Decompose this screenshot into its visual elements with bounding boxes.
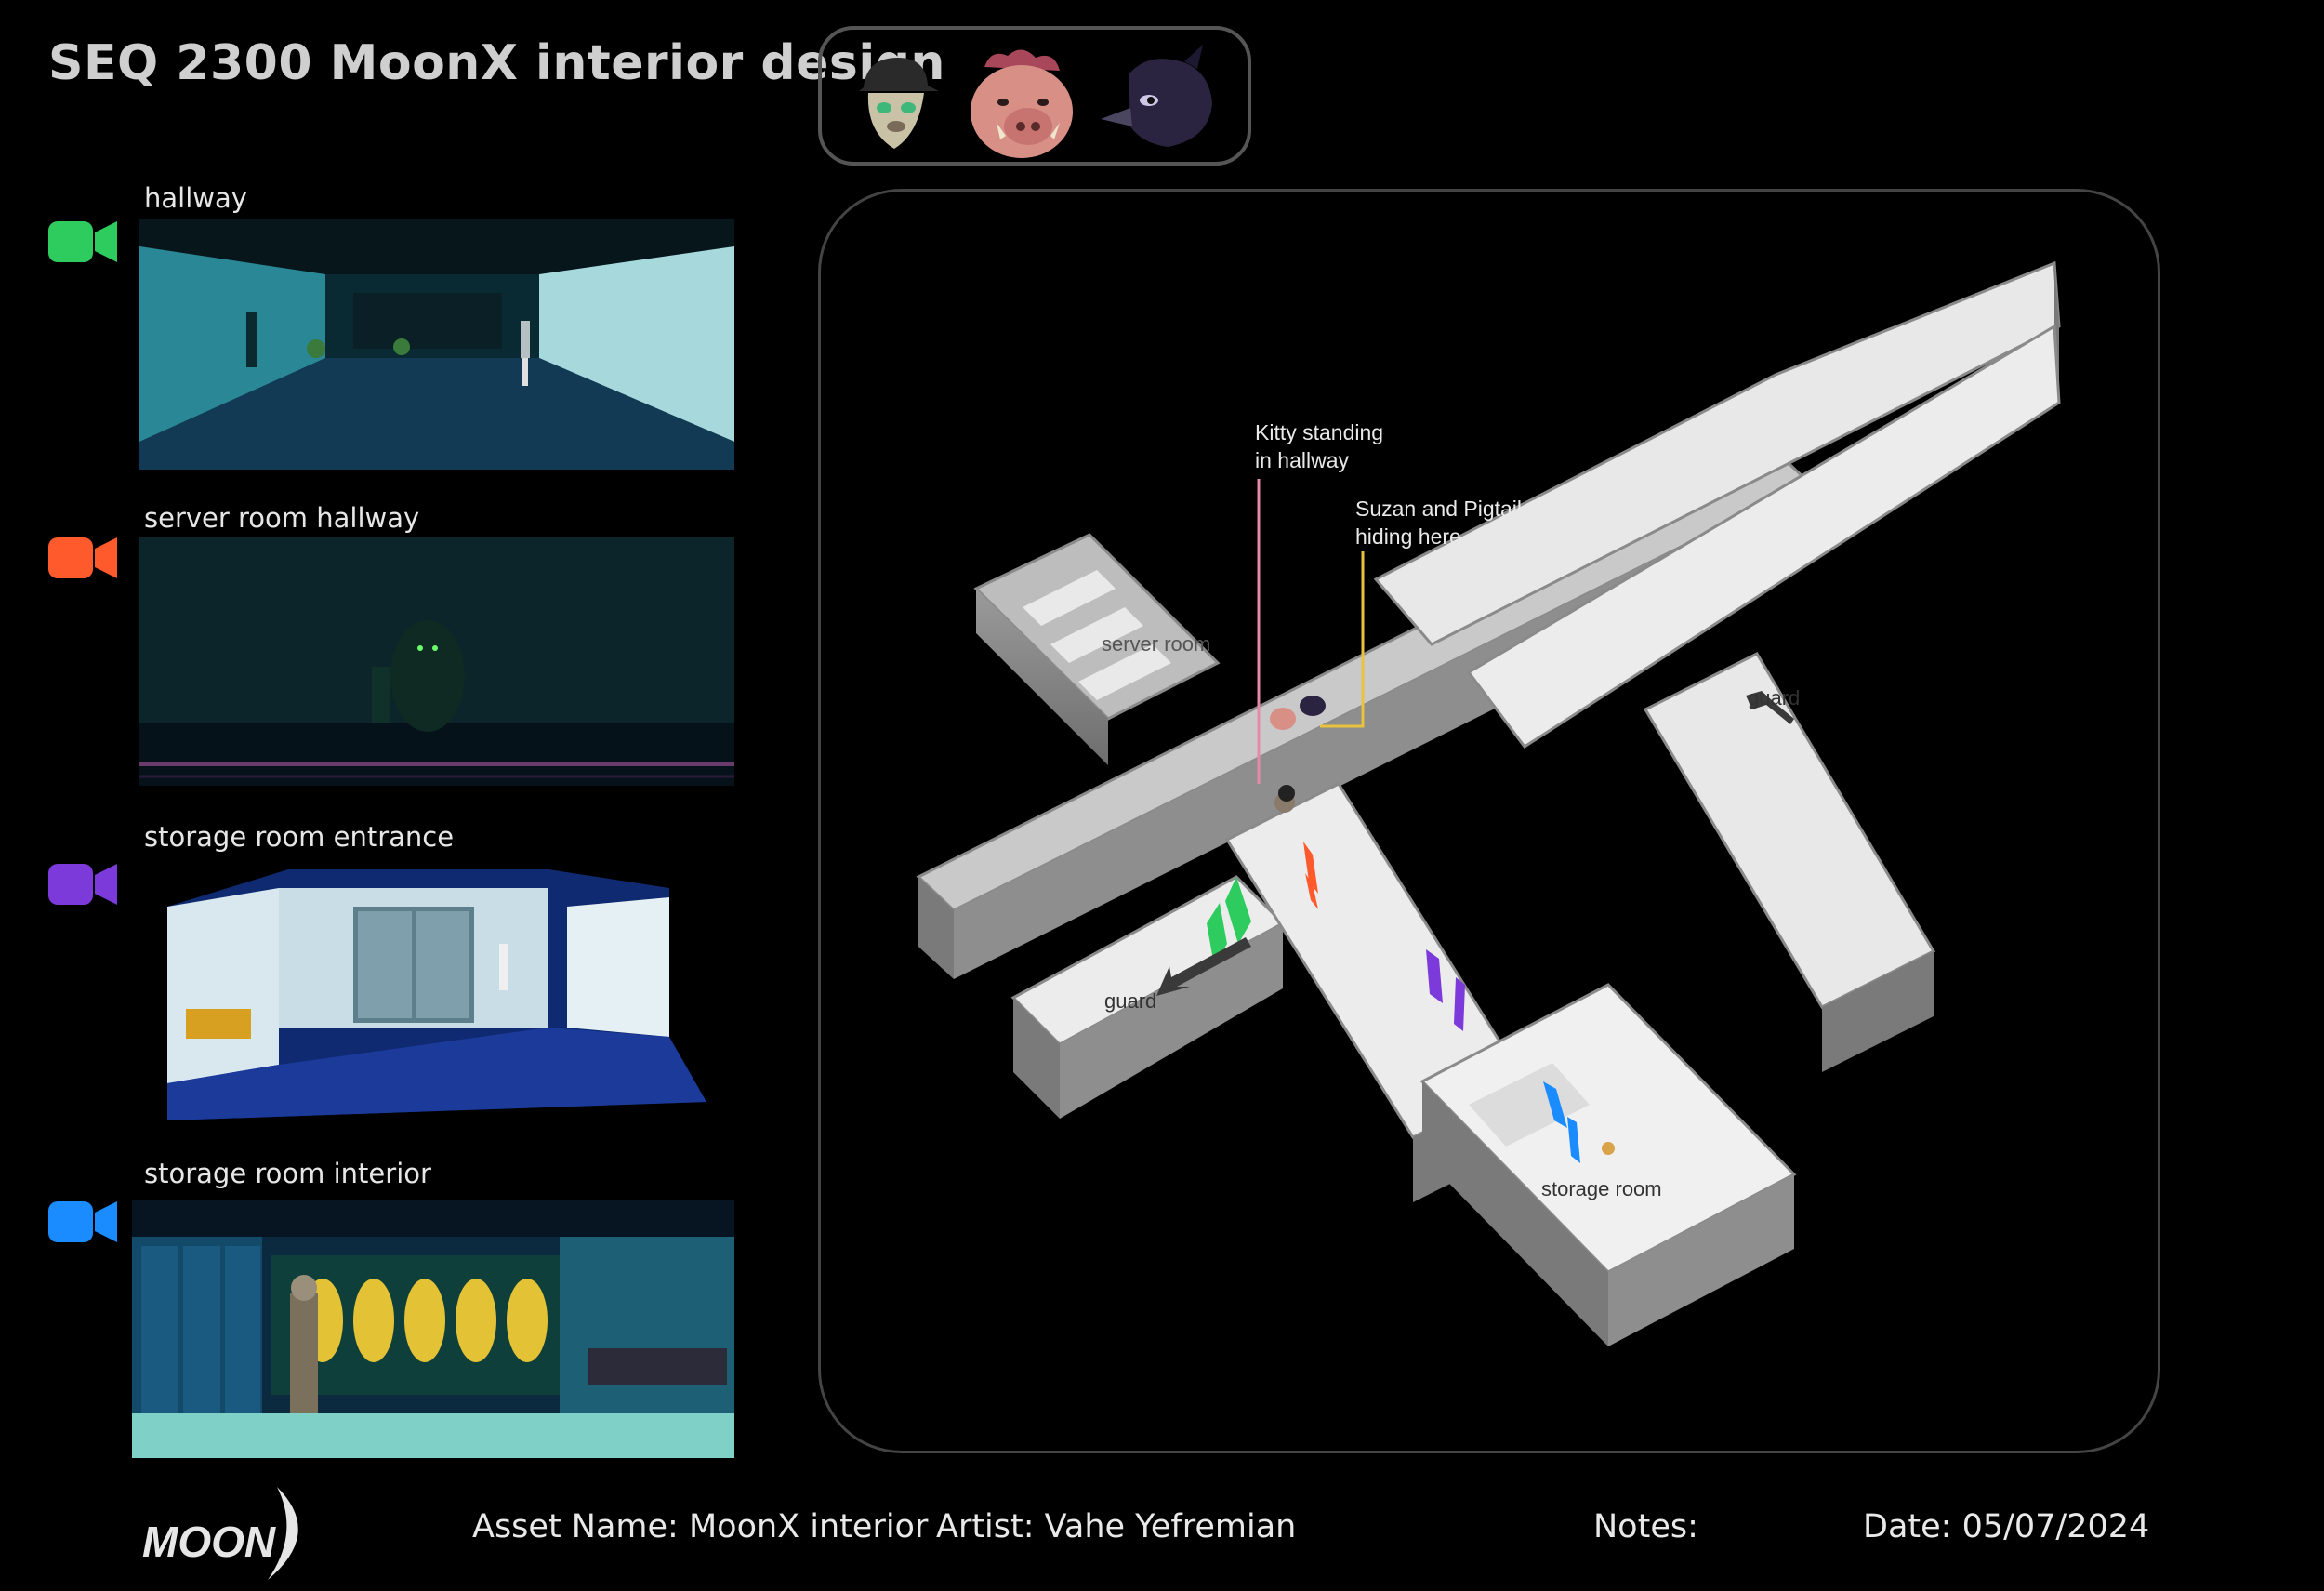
- boar-icon: [971, 49, 1073, 158]
- camera-icon-storage-room-entrance: [48, 864, 117, 905]
- shot-label-storage-room-interior: storage room interior: [144, 1158, 431, 1189]
- camera-marker-storage-room-entrance-2: [1454, 977, 1465, 1031]
- character-strip: [818, 26, 1251, 166]
- crow-icon: [1101, 45, 1212, 147]
- shot-label-server-room-hallway: server room hallway: [144, 502, 420, 534]
- server-room-label: server room: [1102, 632, 1210, 656]
- server-room-hallway-thumbnail: [139, 537, 734, 786]
- cat-in-cap-icon: [859, 58, 939, 149]
- guard-right-label: guard: [1748, 686, 1800, 709]
- suzan-map-icon: [1300, 696, 1326, 716]
- floor-plan: Kitty standing in hallway Suzan and Pigt…: [916, 260, 2061, 1346]
- camera-icon-server-room-hallway: [48, 537, 117, 578]
- kitty-cap-icon: [1278, 785, 1295, 802]
- shot-label-hallway: hallway: [144, 182, 247, 214]
- hallway-thumbnail: [139, 219, 734, 470]
- suzan-annotation-line-2: hiding here: [1355, 524, 1461, 549]
- storage-room-entrance-thumbnail: [158, 869, 725, 1120]
- notes-label: Notes:: [1593, 1508, 1698, 1545]
- camera-icon-hallway: [48, 221, 117, 262]
- asset-name: Asset Name: MoonX interior: [472, 1508, 929, 1545]
- moon-logo: MOON: [142, 1487, 298, 1580]
- pigtail-map-icon: [1270, 708, 1296, 730]
- page-title: SEQ 2300 MoonX interior design: [48, 35, 945, 91]
- shot-label-storage-room-entrance: storage room entrance: [144, 821, 455, 853]
- guard-left-label: guard: [1104, 989, 1156, 1013]
- storage-room-label: storage room: [1541, 1177, 1662, 1200]
- svg-text:MOON: MOON: [142, 1518, 276, 1566]
- kitty-annotation-line-1: Kitty standing: [1255, 420, 1383, 444]
- artist-name: Artist: Vahe Yefremian: [936, 1508, 1297, 1545]
- camera-icon-storage-room-interior: [48, 1201, 117, 1242]
- storage-room-interior-thumbnail: [132, 1200, 734, 1458]
- suzan-annotation-line-1: Suzan and Pigtail: [1355, 497, 1522, 521]
- date-label: Date: 05/07/2024: [1863, 1508, 2150, 1545]
- storage-room-marker: [1602, 1142, 1615, 1155]
- kitty-annotation-line-2: in hallway: [1255, 448, 1349, 472]
